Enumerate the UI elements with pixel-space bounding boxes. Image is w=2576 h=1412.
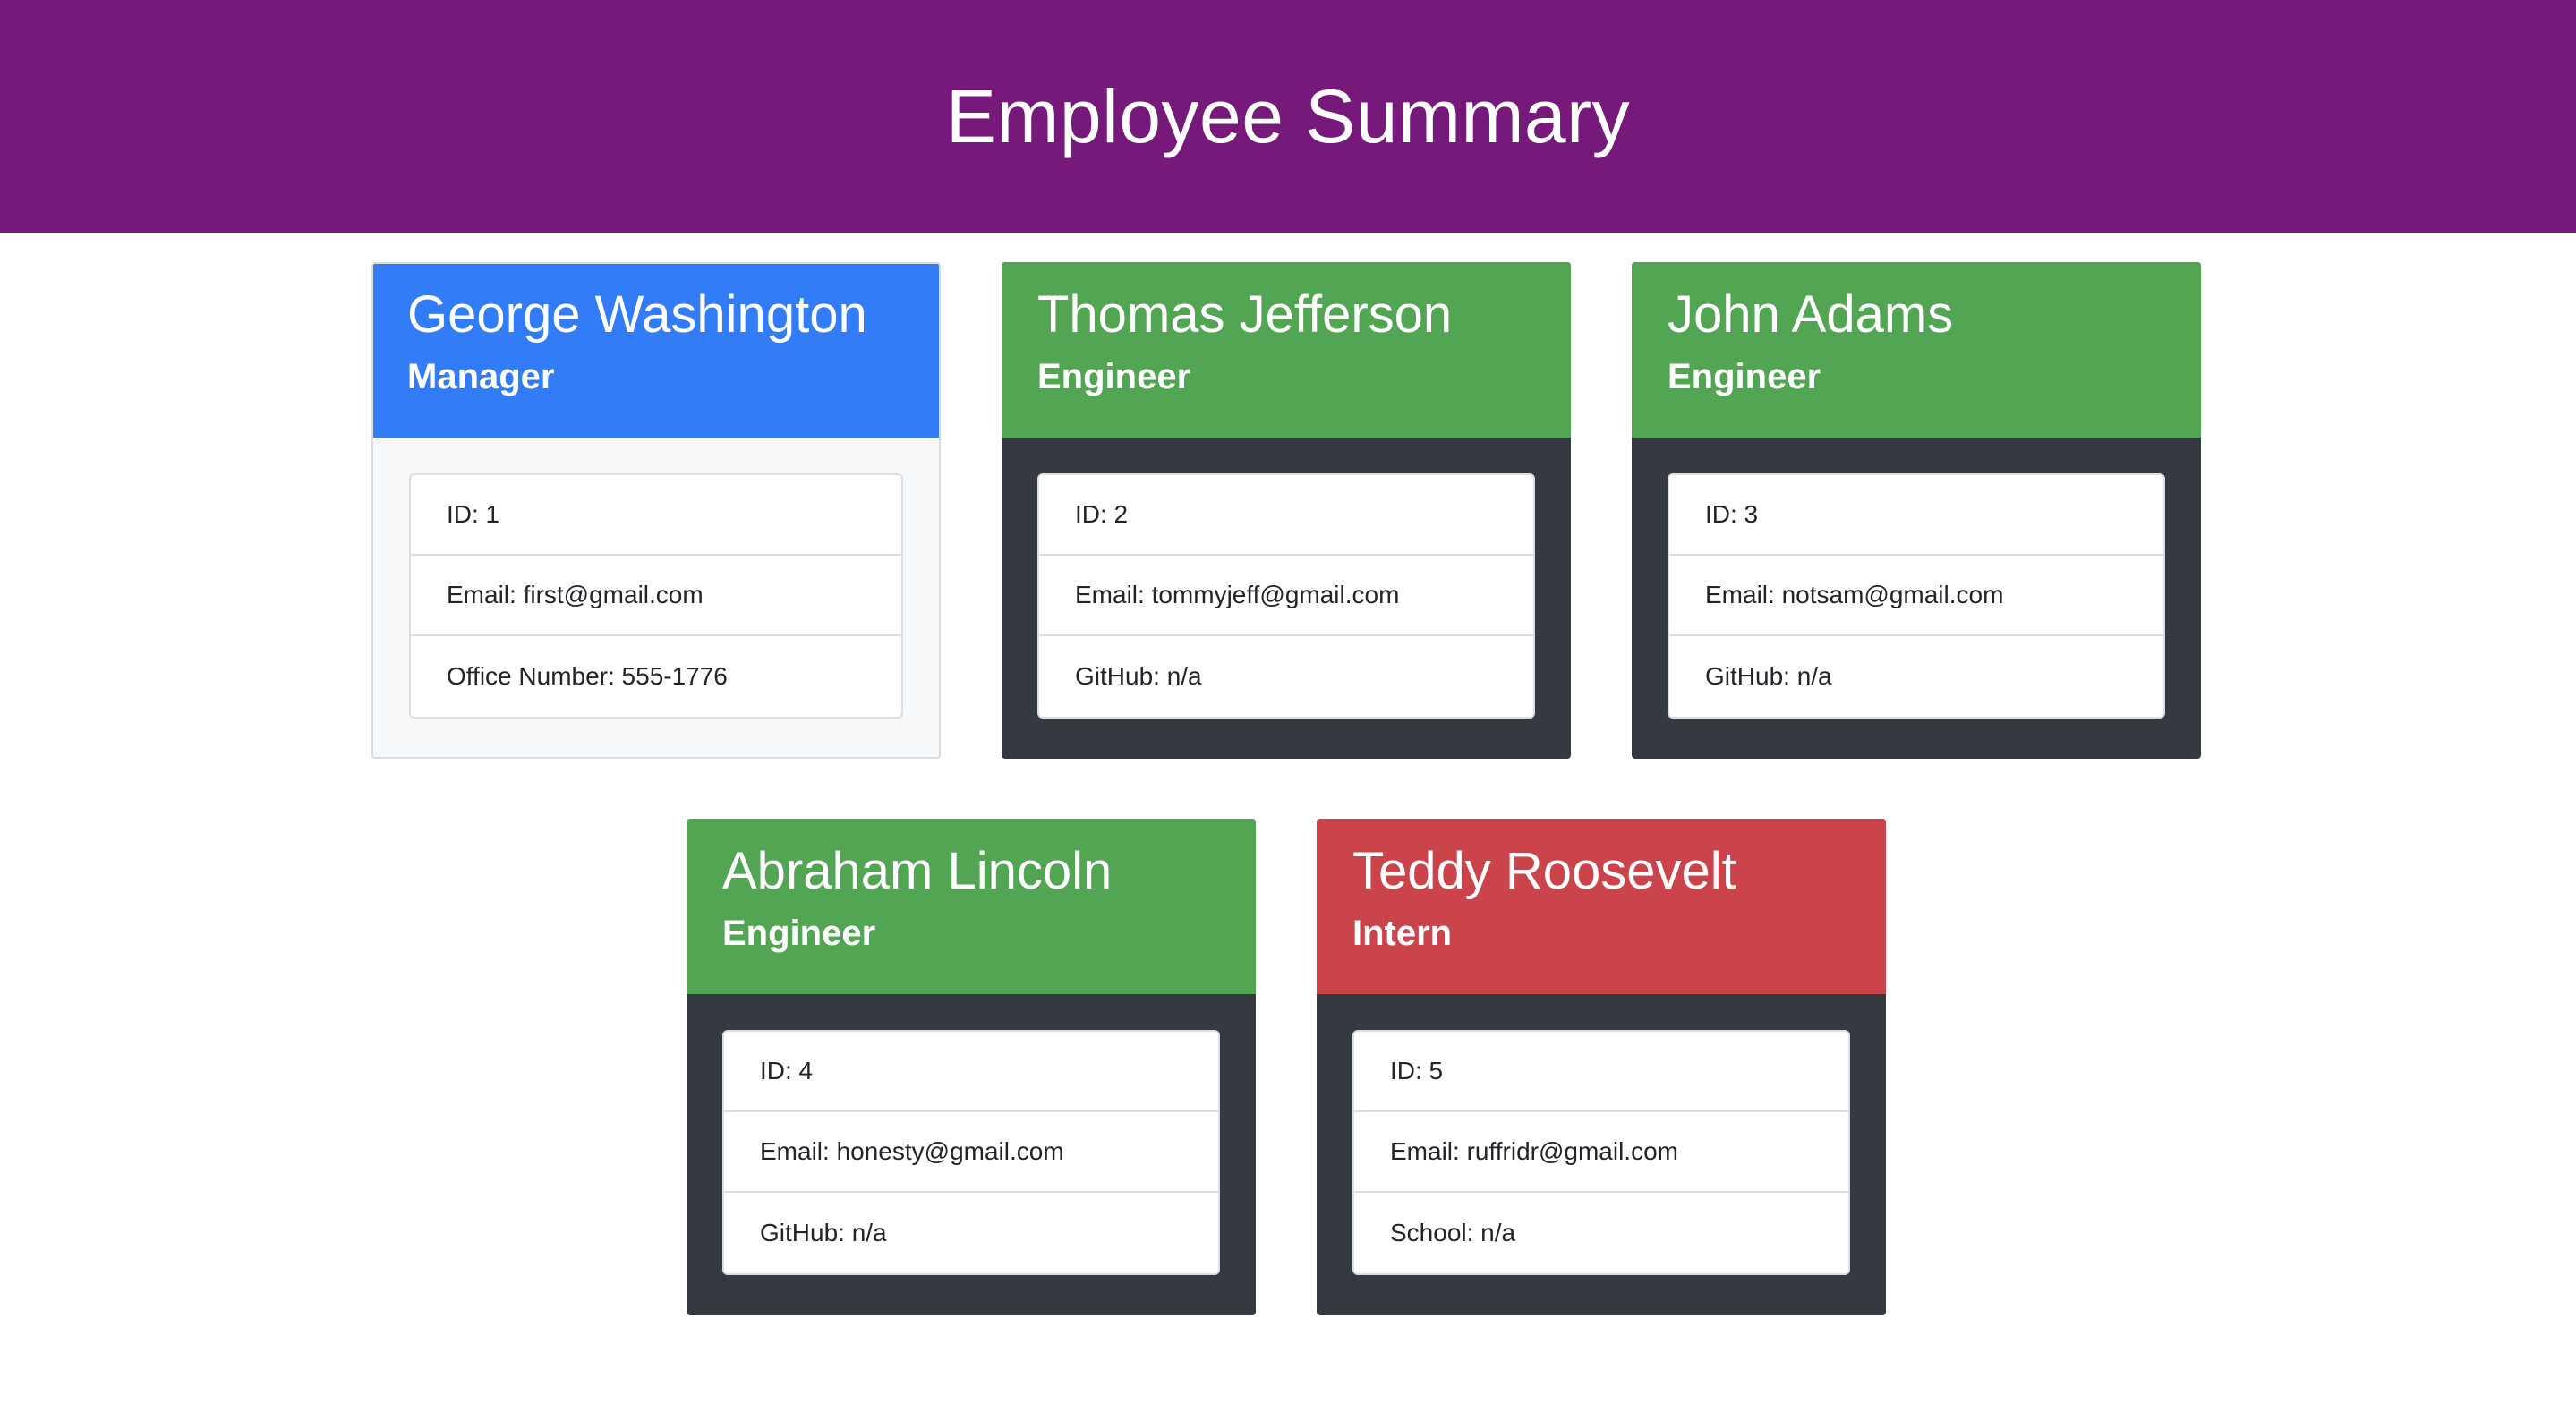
employee-card-thomas-jefferson: Thomas Jefferson Engineer ID: 2 Email: t… [1002, 262, 1571, 759]
employee-id: ID: 3 [1669, 475, 2163, 556]
employee-info-list: ID: 2 Email: tommyjeff@gmail.com GitHub:… [1037, 473, 1535, 719]
employee-name: John Adams [1668, 285, 1954, 344]
employee-id: ID: 5 [1354, 1032, 1848, 1112]
employee-email: Email: honesty@gmail.com [724, 1112, 1218, 1193]
employee-github: GitHub: n/a [760, 1219, 887, 1246]
card-header: George Washington Manager [373, 264, 939, 438]
employee-role: Engineer [1037, 356, 1191, 396]
employee-card-john-adams: John Adams Engineer ID: 3 Email: notsam@… [1632, 262, 2201, 759]
page-header: Employee Summary [0, 0, 2576, 233]
card-header: Teddy Roosevelt Intern [1317, 819, 1886, 994]
card-header: Thomas Jefferson Engineer [1002, 262, 1571, 438]
employee-github: GitHub: n/a [1705, 662, 1832, 690]
employee-role: Engineer [722, 913, 876, 953]
employee-role: Intern [1352, 913, 1453, 953]
employee-name: Abraham Lincoln [722, 842, 1113, 900]
employee-name: Thomas Jefferson [1037, 285, 1453, 344]
employee-id: ID: 1 [411, 475, 901, 556]
card-header: Abraham Lincoln Engineer [687, 819, 1256, 994]
employee-info-list: ID: 4 Email: honesty@gmail.com GitHub: n… [722, 1030, 1220, 1275]
employee-id: ID: 4 [724, 1032, 1218, 1112]
page-title: Employee Summary [945, 73, 1631, 158]
employee-github: GitHub: n/a [1075, 662, 1202, 690]
employee-id: ID: 2 [1039, 475, 1533, 556]
employee-role: Engineer [1668, 356, 1821, 396]
employee-card-george-washington: George Washington Manager ID: 1 Email: f… [371, 262, 941, 759]
employee-email: Email: first@gmail.com [411, 556, 901, 636]
employee-email: Email: tommyjeff@gmail.com [1039, 556, 1533, 636]
employee-role: Manager [407, 356, 555, 396]
card-header: John Adams Engineer [1632, 262, 2201, 438]
employee-name: Teddy Roosevelt [1352, 842, 1736, 900]
employee-card-abraham-lincoln: Abraham Lincoln Engineer ID: 4 Email: ho… [687, 819, 1256, 1315]
employee-info-list: ID: 5 Email: ruffridr@gmail.com School: … [1352, 1030, 1850, 1275]
employee-school: School: n/a [1390, 1219, 1516, 1246]
employee-info-list: ID: 1 Email: first@gmail.com Office Numb… [409, 473, 903, 719]
employee-info-list: ID: 3 Email: notsam@gmail.com GitHub: n/… [1668, 473, 2165, 719]
employee-name: George Washington [407, 285, 867, 344]
employee-office-number: Office Number: 555-1776 [447, 662, 728, 690]
employee-card-teddy-roosevelt: Teddy Roosevelt Intern ID: 5 Email: ruff… [1317, 819, 1886, 1315]
employee-email: Email: notsam@gmail.com [1669, 556, 2163, 636]
employee-email: Email: ruffridr@gmail.com [1354, 1112, 1848, 1193]
